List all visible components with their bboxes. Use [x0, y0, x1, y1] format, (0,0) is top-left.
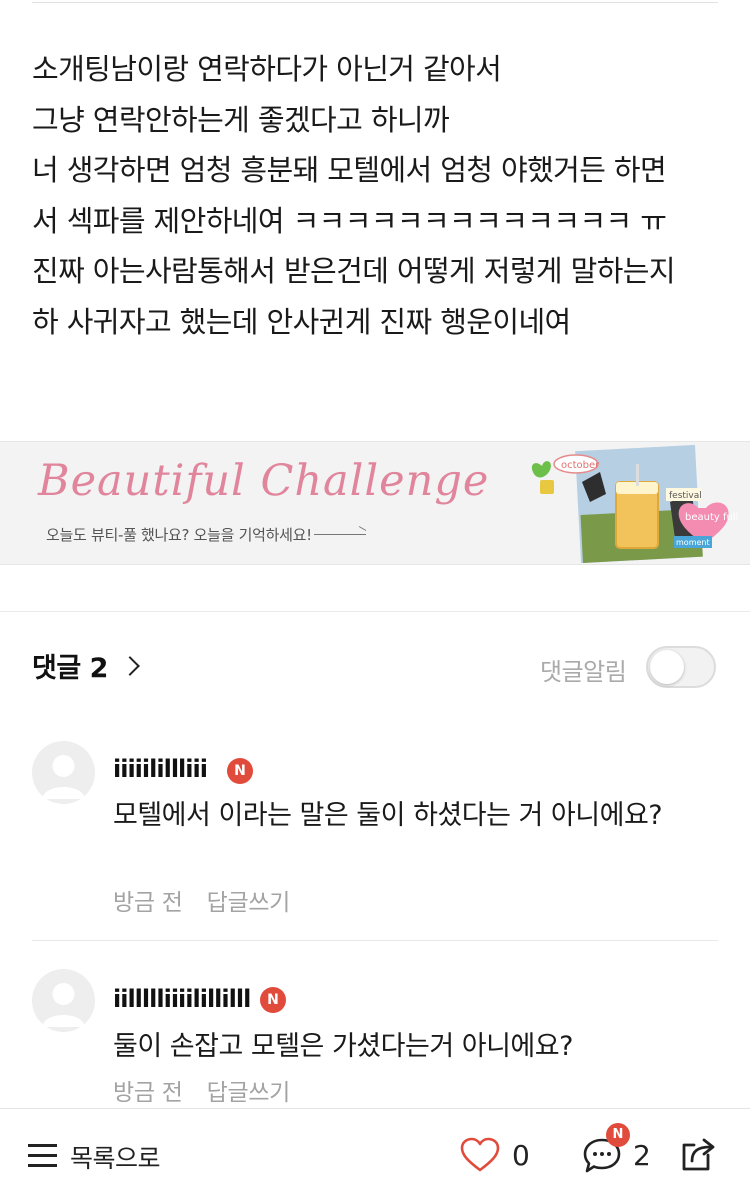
- comment-text: 모텔에서 이라는 말은 둘이 하셨다는 거 아니에요?: [113, 800, 663, 831]
- heart-icon[interactable]: [460, 1137, 500, 1173]
- menu-icon: [28, 1144, 57, 1168]
- comment-new-badge: N: [606, 1123, 630, 1147]
- banner-subtitle: 오늘도 뷰티-풀 했나요? 오늘을 기억하세요!: [46, 526, 312, 544]
- comments-count: 2: [89, 653, 109, 684]
- toggle-knob: [650, 650, 684, 684]
- avatar[interactable]: [32, 741, 95, 804]
- post-body: 소개팅남이랑 연락하다가 아닌거 같아서 그냥 연락안하는게 좋겠다고 하니까 …: [32, 44, 722, 347]
- october-tag: october: [553, 454, 600, 474]
- new-badge: N: [260, 987, 286, 1013]
- comment-time: 방금 전: [113, 1080, 183, 1106]
- svg-text:moment: moment: [676, 538, 710, 547]
- comment-author[interactable]: iillllliiiilillilll: [113, 985, 251, 1013]
- comment-notify-label: 댓글알림: [540, 658, 627, 686]
- banner-illustration: october festival beauty full moment: [531, 444, 738, 564]
- post-line: 하 사귀자고 했는데 안사귄게 진짜 행운이네여: [32, 304, 571, 339]
- default-avatar-icon: [42, 983, 85, 1027]
- post-line: 그냥 연락안하는게 좋겠다고 하니까: [32, 102, 450, 137]
- banner-arrow-icon: [314, 534, 366, 535]
- bottom-action-bar: 목록으로 0 N 2: [0, 1108, 750, 1204]
- promo-banner[interactable]: Beautiful Challenge 오늘도 뷰티-풀 했나요? 오늘을 기억…: [0, 441, 750, 565]
- festival-tag: festival: [666, 488, 702, 501]
- banner-title: Beautiful Challenge: [38, 456, 490, 506]
- comments-header-label: 댓글: [32, 653, 81, 684]
- section-divider: [0, 611, 750, 612]
- comment-time: 방금 전: [113, 890, 183, 916]
- reply-button[interactable]: 답글쓰기: [207, 890, 291, 916]
- comment-meta: 방금 전 답글쓰기: [113, 1073, 290, 1107]
- comment-author[interactable]: iiiiilillliii: [113, 755, 208, 783]
- svg-text:festival: festival: [669, 491, 702, 501]
- new-badge: N: [227, 758, 253, 784]
- post-line: 소개팅남이랑 연락하다가 아닌거 같아서: [32, 52, 502, 86]
- comment-meta: 방금 전 답글쓰기: [113, 883, 290, 917]
- moment-tag: moment: [674, 536, 712, 548]
- like-count: 0: [512, 1139, 530, 1172]
- post-line: 진짜 아는사람통해서 받은건데 어떻게 저렇게 말하는지: [32, 254, 676, 288]
- post-line: 서 섹파를 제안하네여 ㅋㅋㅋㅋㅋㅋㅋㅋㅋㅋㅋㅋㅋ ㅠ: [32, 203, 667, 238]
- default-avatar-icon: [42, 755, 85, 799]
- reply-button[interactable]: 답글쓰기: [207, 1080, 291, 1106]
- leaf-icon: [531, 461, 554, 494]
- comment-count: 2: [633, 1139, 651, 1172]
- comment-notify-toggle[interactable]: [646, 646, 716, 688]
- share-icon[interactable]: [680, 1135, 720, 1175]
- svg-text:october: october: [561, 460, 600, 471]
- post-line: 너 생각하면 엄청 흥분돼 모텔에서 엄청 야했거든 하면: [32, 153, 667, 187]
- comment-divider: [32, 940, 718, 941]
- chevron-right-icon: [119, 656, 140, 676]
- avatar[interactable]: [32, 969, 95, 1032]
- svg-text:beauty full: beauty full: [685, 512, 738, 523]
- comment-text: 둘이 손잡고 모텔은 가셨다는거 아니에요?: [113, 1031, 573, 1062]
- top-divider: [32, 2, 718, 3]
- comments-header[interactable]: 댓글 2: [32, 646, 140, 685]
- back-to-list-label: 목록으로: [70, 1144, 161, 1173]
